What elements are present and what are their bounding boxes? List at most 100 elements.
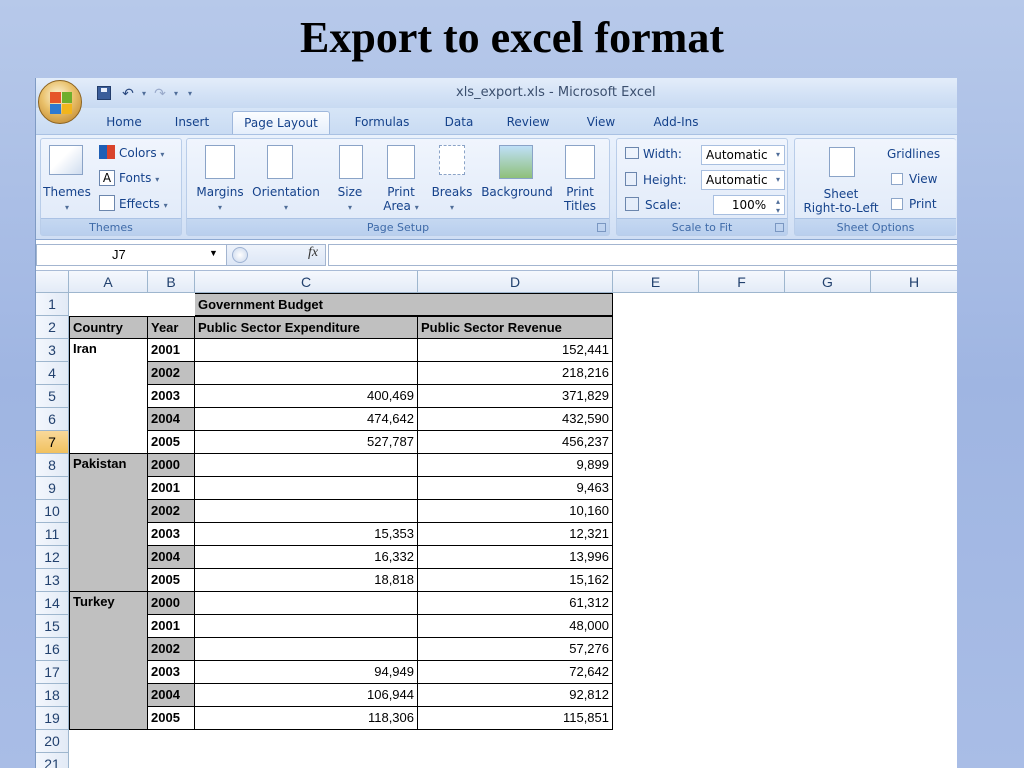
header-cell-expenditure[interactable]: Public Sector Expenditure	[195, 316, 418, 339]
year-cell[interactable]: 2002	[148, 362, 195, 385]
tab-formulas[interactable]: Formulas	[344, 111, 420, 134]
row-header[interactable]: 17	[36, 661, 69, 684]
column-header-d[interactable]: D	[418, 271, 613, 293]
revenue-cell[interactable]: 61,312	[418, 592, 613, 615]
expenditure-cell[interactable]: 106,944	[195, 684, 418, 707]
themes-button[interactable]: Themes ▾	[43, 185, 91, 215]
sheet-title-cell[interactable]: Government Budget	[195, 293, 613, 316]
name-box[interactable]: J7	[36, 244, 228, 266]
revenue-cell[interactable]: 48,000	[418, 615, 613, 638]
header-cell-year[interactable]: Year	[148, 316, 195, 339]
row-header[interactable]: 5	[36, 385, 69, 408]
expenditure-cell[interactable]: 474,642	[195, 408, 418, 431]
height-select[interactable]: Automatic ▾	[701, 170, 785, 190]
revenue-cell[interactable]: 57,276	[418, 638, 613, 661]
margins-button[interactable]: Margins ▾	[187, 185, 253, 215]
year-cell[interactable]: 2003	[148, 661, 195, 684]
row-header[interactable]: 7	[36, 431, 69, 454]
expenditure-cell[interactable]: 400,469	[195, 385, 418, 408]
revenue-cell[interactable]: 152,441	[418, 339, 613, 362]
tab-home[interactable]: Home	[94, 111, 154, 134]
year-cell[interactable]: 2000	[148, 592, 195, 615]
revenue-cell[interactable]: 218,216	[418, 362, 613, 385]
row-header[interactable]: 10	[36, 500, 69, 523]
year-cell[interactable]: 2001	[148, 615, 195, 638]
tab-add-ins[interactable]: Add-Ins	[642, 111, 710, 134]
year-cell[interactable]: 2005	[148, 707, 195, 730]
print-area-button[interactable]: Print Area ▾	[377, 185, 425, 215]
expenditure-cell[interactable]: 527,787	[195, 431, 418, 454]
expenditure-cell[interactable]: 94,949	[195, 661, 418, 684]
row-header[interactable]: 2	[36, 316, 69, 339]
year-cell[interactable]: 2004	[148, 408, 195, 431]
year-cell[interactable]: 2003	[148, 385, 195, 408]
row-header[interactable]: 14	[36, 592, 69, 615]
revenue-cell[interactable]: 10,160	[418, 500, 613, 523]
tab-insert[interactable]: Insert	[164, 111, 220, 134]
revenue-cell[interactable]: 115,851	[418, 707, 613, 730]
year-cell[interactable]: 2005	[148, 569, 195, 592]
row-header[interactable]: 16	[36, 638, 69, 661]
year-cell[interactable]: 2001	[148, 477, 195, 500]
column-header-b[interactable]: B	[148, 271, 195, 293]
scale-spinner[interactable]: 100% ▴ ▾	[713, 195, 785, 215]
gridlines-print-checkbox[interactable]: Print	[891, 197, 937, 211]
year-cell[interactable]: 2003	[148, 523, 195, 546]
effects-button[interactable]: Effects ▾	[99, 195, 168, 211]
country-cell[interactable]: Turkey	[69, 592, 148, 730]
year-cell[interactable]: 2005	[148, 431, 195, 454]
revenue-cell[interactable]: 456,237	[418, 431, 613, 454]
expenditure-cell[interactable]: 118,306	[195, 707, 418, 730]
header-cell-revenue[interactable]: Public Sector Revenue	[418, 316, 613, 339]
row-header[interactable]: 15	[36, 615, 69, 638]
column-header-h[interactable]: H	[871, 271, 957, 293]
row-header[interactable]: 21	[36, 753, 69, 768]
year-cell[interactable]: 2000	[148, 454, 195, 477]
insert-function-icon[interactable]: fx	[308, 245, 318, 261]
select-all-corner[interactable]	[36, 271, 69, 293]
revenue-cell[interactable]: 72,642	[418, 661, 613, 684]
row-header[interactable]: 13	[36, 569, 69, 592]
year-cell[interactable]: 2004	[148, 684, 195, 707]
country-cell[interactable]: Iran	[69, 339, 148, 454]
tab-data[interactable]: Data	[434, 111, 484, 134]
print-titles-button[interactable]: Print Titles	[557, 185, 603, 213]
orientation-button[interactable]: Orientation ▾	[249, 185, 323, 215]
revenue-cell[interactable]: 9,899	[418, 454, 613, 477]
expenditure-cell[interactable]: 15,353	[195, 523, 418, 546]
sheet-right-to-left-button[interactable]: Sheet Right-to-Left	[797, 187, 885, 215]
row-header[interactable]: 18	[36, 684, 69, 707]
row-header[interactable]: 3	[36, 339, 69, 362]
empty-cell[interactable]	[69, 293, 195, 316]
column-header-e[interactable]: E	[613, 271, 699, 293]
expenditure-cell[interactable]	[195, 615, 418, 638]
scale-to-fit-launcher-icon[interactable]	[775, 223, 784, 232]
tab-view[interactable]: View	[576, 111, 626, 134]
year-cell[interactable]: 2002	[148, 638, 195, 661]
expenditure-cell[interactable]	[195, 454, 418, 477]
colors-button[interactable]: Colors ▾	[99, 145, 164, 160]
revenue-cell[interactable]: 9,463	[418, 477, 613, 500]
year-cell[interactable]: 2002	[148, 500, 195, 523]
background-button[interactable]: Background	[477, 185, 557, 199]
column-header-f[interactable]: F	[699, 271, 785, 293]
name-box-dropdown-icon[interactable]: ▼	[209, 248, 218, 258]
column-header-g[interactable]: G	[785, 271, 871, 293]
revenue-cell[interactable]: 15,162	[418, 569, 613, 592]
expenditure-cell[interactable]	[195, 592, 418, 615]
country-cell[interactable]: Pakistan	[69, 454, 148, 592]
tab-review[interactable]: Review	[498, 111, 558, 134]
expenditure-cell[interactable]	[195, 339, 418, 362]
size-button[interactable]: Size ▾	[327, 185, 373, 215]
gridlines-view-checkbox[interactable]: View	[891, 172, 937, 186]
expenditure-cell[interactable]: 16,332	[195, 546, 418, 569]
header-cell-country[interactable]: Country	[69, 316, 148, 339]
row-header[interactable]: 6	[36, 408, 69, 431]
fonts-button[interactable]: A Fonts ▾	[99, 170, 159, 186]
row-header[interactable]: 4	[36, 362, 69, 385]
row-header[interactable]: 12	[36, 546, 69, 569]
expenditure-cell[interactable]	[195, 362, 418, 385]
row-header[interactable]: 1	[36, 293, 69, 316]
revenue-cell[interactable]: 371,829	[418, 385, 613, 408]
formula-input[interactable]	[328, 244, 957, 266]
